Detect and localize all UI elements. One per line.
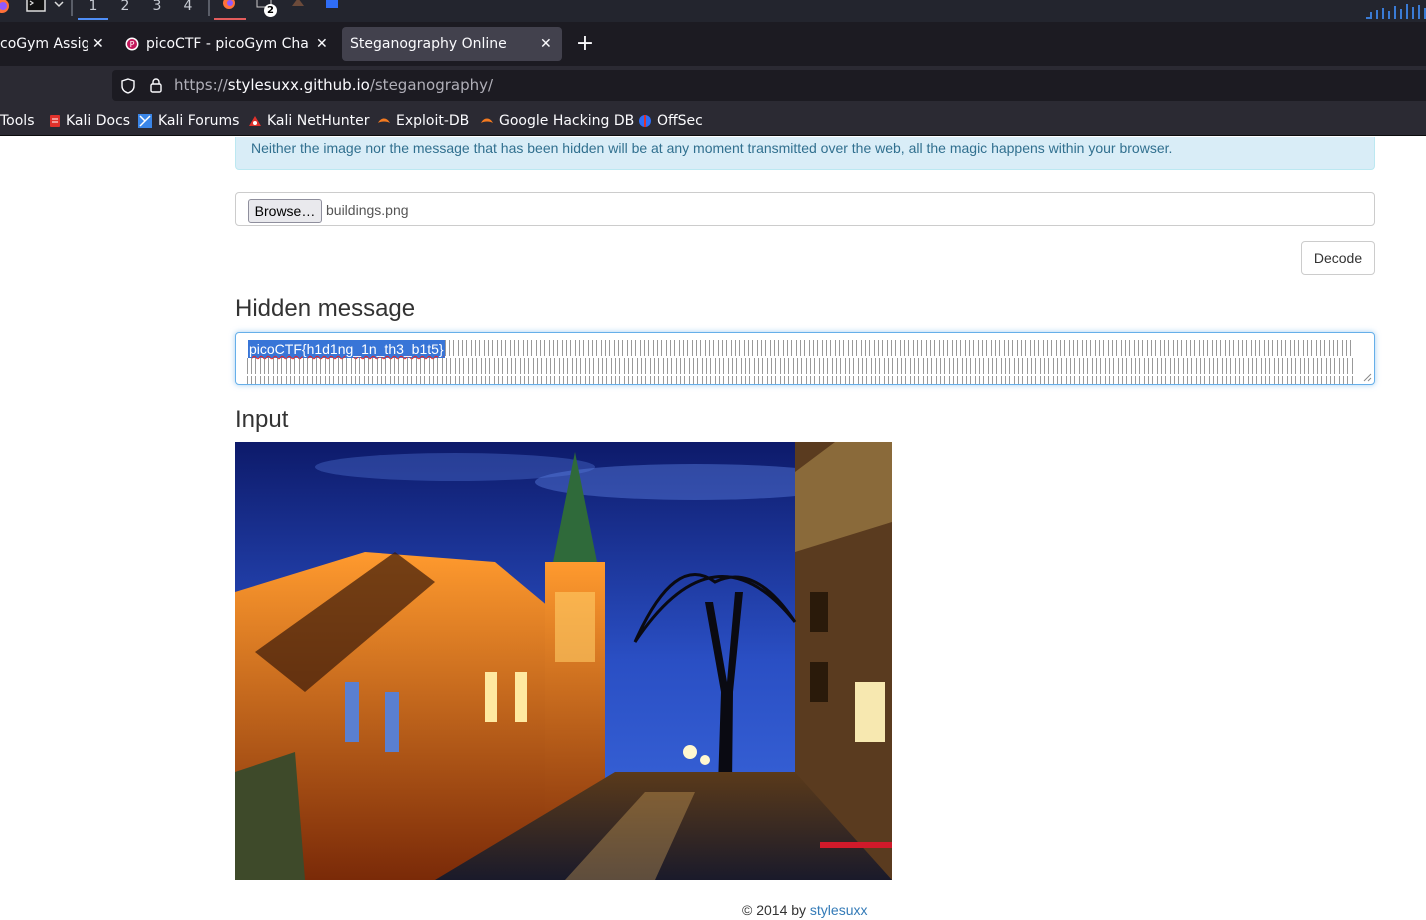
new-tab-button[interactable]: + [574,27,596,61]
exploit-db-icon [378,118,390,123]
file-input[interactable]: Browse… buildings.png [235,192,1375,226]
terminal-launcher-icon[interactable] [26,0,46,12]
non-printable-characters [246,376,1356,384]
taskbar-firefox[interactable] [214,0,246,20]
firefox-launcher-icon[interactable] [0,0,10,14]
hidden-message-heading: Hidden message [235,295,416,322]
decode-button[interactable]: Decode [1301,241,1375,275]
tab-title: picoCTF - picoGym Challenges [146,36,310,52]
tab-title: coGym Assignment [0,36,88,52]
kali-docs-icon [50,115,60,127]
tab-close-icon[interactable]: ✕ [316,27,328,61]
chevron-down-icon[interactable] [53,0,65,10]
input-heading: Input [235,406,289,433]
footer-copyright: © 2014 by [742,902,810,918]
tab-close-icon[interactable]: ✕ [92,27,104,61]
offsec-icon [639,115,651,127]
kali-forums-icon [138,114,152,128]
url-scheme: https:// [174,76,228,94]
workspace-3[interactable]: 3 [142,0,172,20]
navigation-bar: https://stylesuxx.github.io/steganograph… [0,66,1426,106]
svg-text:P: P [130,40,135,49]
tab-steganography-online[interactable]: Steganography Online ✕ [342,27,562,61]
bookmarks-toolbar: Tools Kali Docs Kali Forums Kali NetHunt… [0,106,1426,136]
bookmark-kali-forums[interactable]: Kali Forums [138,106,239,136]
taskbar-terminal[interactable]: 2 [254,0,282,20]
hidden-message-text[interactable]: picoCTF{h1d1ng_1n_th3_b1t5} [248,340,445,358]
input-image [235,442,892,880]
network-graph-icon [1366,4,1426,19]
workspace-4[interactable]: 4 [173,0,203,20]
selected-file-name: buildings.png [326,202,409,218]
alert-text: Neither the image nor the message that h… [251,140,1173,156]
hidden-message-textarea[interactable]: picoCTF{h1d1ng_1n_th3_b1t5} [235,332,1375,385]
browse-button[interactable]: Browse… [248,199,322,223]
terminal-count-badge: 2 [264,4,277,17]
footer-author-link[interactable]: stylesuxx [810,902,868,918]
lock-icon[interactable] [150,78,162,93]
privacy-alert: Neither the image nor the message that h… [235,137,1375,170]
browser-tab-strip: coGym Assignment ✕ P picoCTF - picoGym C… [0,22,1426,66]
bookmark-tools[interactable]: Tools [0,106,35,136]
resize-handle-icon[interactable] [1362,372,1372,382]
non-printable-characters [444,340,1354,356]
nethunter-icon [249,116,261,126]
os-separator [71,0,73,16]
url-path: /steganography/ [369,76,494,94]
non-printable-characters [246,358,1356,374]
bookmark-kali-docs[interactable]: Kali Docs [48,106,130,136]
workspace-2[interactable]: 2 [110,0,140,20]
tab-picogym-assignment[interactable]: coGym Assignment ✕ [0,27,112,61]
app-icon[interactable] [290,0,306,8]
tab-close-icon[interactable]: ✕ [540,27,552,61]
url-text[interactable]: https://stylesuxx.github.io/steganograph… [174,70,493,101]
bookmark-label: Exploit-DB [396,113,470,129]
church-night-photo [235,442,892,880]
firefox-icon [223,0,235,9]
taskbar-app-square[interactable] [326,0,338,8]
bookmark-label: Kali Forums [158,113,240,129]
url-host: stylesuxx.github.io [227,76,370,94]
workspace-1[interactable]: 1 [78,0,108,20]
tab-picoctf-challenges[interactable]: P picoCTF - picoGym Challenges ✕ [118,27,338,61]
bookmark-label: Kali NetHunter [267,113,370,129]
bookmark-label: Kali Docs [66,113,131,129]
os-separator [208,0,210,16]
tab-title: Steganography Online [350,36,507,52]
bookmark-label: OffSec [657,113,703,129]
os-top-bar: 1 2 3 4 2 [0,0,1426,22]
bookmark-offsec[interactable]: OffSec [638,106,703,136]
bookmark-exploit-db[interactable]: Exploit-DB [377,106,469,136]
bookmark-label: Tools [0,113,35,129]
bookmark-google-hacking-db[interactable]: Google Hacking DB [480,106,634,136]
shield-icon[interactable] [121,78,135,94]
footer: © 2014 by stylesuxx [742,902,868,918]
ghdb-icon [481,118,493,123]
page-content: Neither the image nor the message that h… [0,137,1426,920]
picoctf-favicon-icon: P [125,37,139,51]
bookmark-kali-nethunter[interactable]: Kali NetHunter [248,106,369,136]
address-bar[interactable]: https://stylesuxx.github.io/steganograph… [112,70,1426,101]
bookmark-label: Google Hacking DB [499,113,635,129]
